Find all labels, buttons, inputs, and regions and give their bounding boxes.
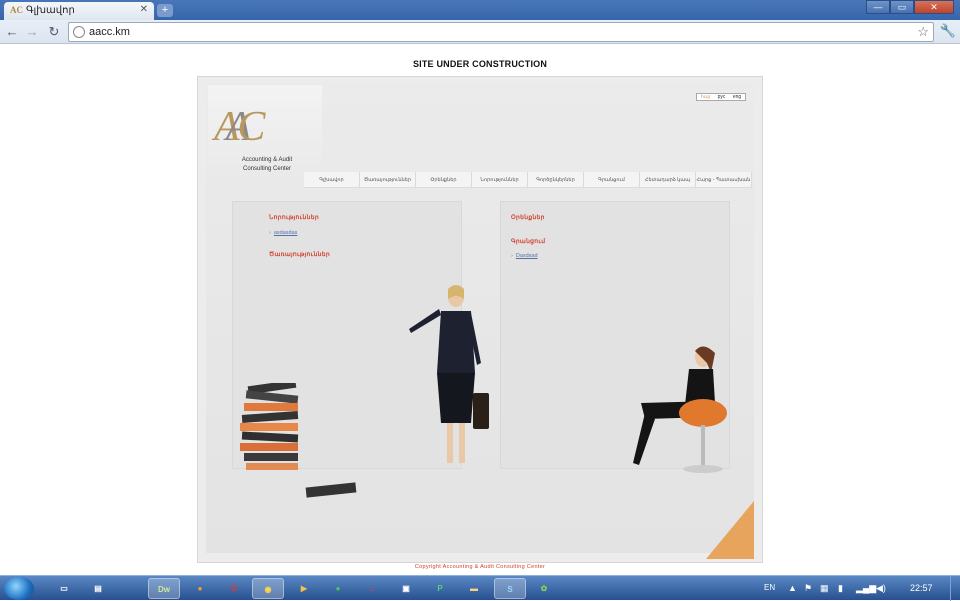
corner-badge-image: [706, 501, 754, 559]
nav-services[interactable]: Ծառայություններ: [360, 172, 416, 187]
cmd-icon[interactable]: ▭: [48, 578, 80, 599]
action-center-icon[interactable]: ⚑: [804, 583, 812, 594]
window-controls: — ▭ ✕: [866, 0, 954, 14]
system-tray: EN ▲ ⚑ ▦ ▮ ▂▄▆ ◀) 22:57: [758, 576, 958, 601]
icq-icon[interactable]: ✿: [528, 578, 560, 599]
logo-letters: AAC: [214, 104, 265, 150]
services-heading: Ծառայություններ: [269, 252, 330, 258]
nav-home[interactable]: Գլխավոր: [304, 172, 360, 187]
maximize-icon[interactable]: ▭: [890, 0, 914, 14]
nav-laws[interactable]: Օրենքներ: [416, 172, 472, 187]
clock[interactable]: 22:57: [910, 583, 933, 593]
logo[interactable]: AAC Accounting & Audit Consulting Center: [208, 85, 322, 181]
browser-tab[interactable]: AC Գլխավոր ✕: [4, 2, 154, 20]
taskbar: ▭ ▤ Dw ● O ◉ ▶ ● ⌂ ▣ P ▬ S ✿ EN ▲ ⚑ ▦ ▮ …: [0, 575, 960, 601]
notepad-icon[interactable]: ▤: [82, 578, 114, 599]
start-button[interactable]: [4, 577, 34, 600]
businesswoman-image: [409, 285, 489, 463]
wrench-icon[interactable]: 🔧: [940, 23, 956, 39]
news-heading: Նորություններ: [269, 215, 319, 221]
seated-woman-image: [633, 346, 727, 473]
media-icon[interactable]: ▶: [288, 578, 320, 599]
minimize-icon[interactable]: —: [866, 0, 890, 14]
battery-icon[interactable]: ▮: [838, 583, 843, 594]
tab-title: Գլխավոր: [26, 5, 75, 16]
main-nav: Գլխավոր Ծառայություններ Օրենքներ Նորությ…: [304, 172, 752, 188]
explorer-icon[interactable]: ▬: [458, 578, 490, 599]
forward-arrow-icon[interactable]: →: [24, 24, 40, 40]
language-switcher: հայ рус eng: [696, 93, 746, 101]
browser-titlebar: AC Գլխավոր ✕ + — ▭ ✕: [0, 0, 960, 20]
network-icon[interactable]: ▂▄▆: [856, 583, 876, 594]
lang-en[interactable]: eng: [733, 94, 741, 100]
registration-heading: Գրանցում: [511, 239, 546, 245]
construction-notice: SITE UNDER CONSTRUCTION: [412, 59, 548, 69]
browser-toolbar: ← → ↻ aacc.km ☆ 🔧: [0, 20, 960, 44]
logo-name: Accounting & Audit Consulting Center: [241, 157, 293, 172]
acrobat-icon[interactable]: ⌂: [356, 578, 388, 599]
web-page: SITE UNDER CONSTRUCTION AAC Accounting &…: [0, 45, 960, 575]
nav-partners[interactable]: Գործընկերներ: [528, 172, 584, 187]
nav-faq[interactable]: Հարց - Պատասխան: [696, 172, 752, 187]
volume-icon[interactable]: ◀): [876, 583, 886, 594]
chrome-icon[interactable]: ◉: [252, 578, 284, 599]
star-icon[interactable]: ☆: [917, 24, 929, 40]
project-icon[interactable]: P: [424, 578, 456, 599]
nav-registration[interactable]: Գրանցում: [584, 172, 640, 187]
utorrent-icon[interactable]: ●: [322, 578, 354, 599]
close-window-icon[interactable]: ✕: [914, 0, 954, 14]
site-favicon-icon: AC: [10, 5, 23, 15]
registration-link[interactable]: Dasdasd: [511, 253, 538, 259]
new-tab-button[interactable]: +: [157, 4, 173, 17]
paint-icon[interactable]: ▣: [390, 578, 422, 599]
opera-icon[interactable]: O: [218, 578, 250, 599]
language-indicator[interactable]: EN: [764, 583, 775, 592]
globe-icon: [73, 26, 85, 38]
tray-arrow-icon[interactable]: ▲: [788, 583, 797, 593]
nav-news[interactable]: Նորություններ: [472, 172, 528, 187]
copyright: Copyright Accounting & Audit Consulting …: [414, 564, 546, 570]
binders-image: [240, 383, 357, 498]
show-desktop-button[interactable]: [950, 576, 958, 601]
lang-ru[interactable]: рус: [718, 94, 726, 100]
site-inner: AAC Accounting & Audit Consulting Center…: [206, 83, 754, 559]
news-link[interactable]: asdasdas: [269, 230, 298, 236]
site-container: AAC Accounting & Audit Consulting Center…: [197, 76, 763, 563]
url-text[interactable]: aacc.km: [89, 26, 130, 38]
reload-icon[interactable]: ↻: [46, 24, 62, 40]
firefox-icon[interactable]: ●: [184, 578, 216, 599]
close-tab-icon[interactable]: ✕: [140, 4, 148, 15]
lang-hy[interactable]: հայ: [701, 94, 710, 100]
dreamweaver-icon[interactable]: Dw: [148, 578, 180, 599]
flag-icon[interactable]: ▦: [820, 583, 829, 594]
laws-heading: Օրենքներ: [511, 215, 545, 221]
skype-icon[interactable]: S: [494, 578, 526, 599]
nav-contact[interactable]: Հետադարձ կապ: [640, 172, 696, 187]
back-arrow-icon[interactable]: ←: [4, 24, 20, 40]
address-bar[interactable]: aacc.km ☆: [68, 22, 934, 42]
